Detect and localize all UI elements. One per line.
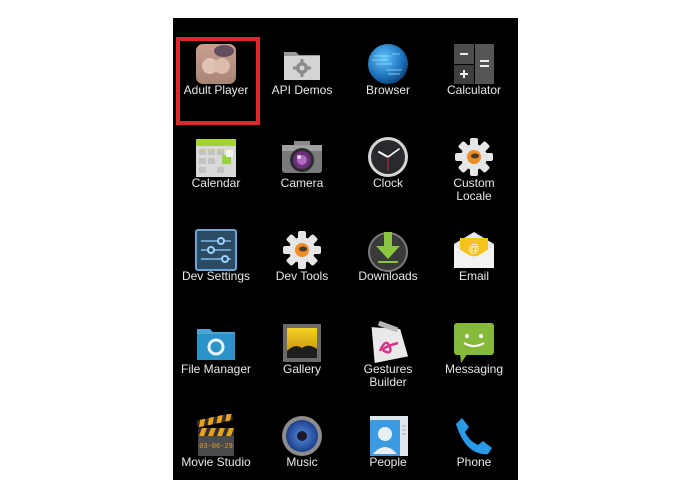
phone-handset-icon (452, 414, 496, 458)
app-gestures-builder[interactable]: Gestures Builder (345, 307, 431, 397)
app-browser[interactable]: Browser (345, 28, 431, 118)
adult-player-photo-icon (194, 42, 238, 86)
app-label: Downloads (358, 269, 418, 283)
download-icon (366, 228, 410, 272)
app-label: Dev Tools (275, 269, 329, 283)
app-calendar[interactable]: Calendar (173, 121, 259, 211)
calendar-icon (194, 135, 238, 179)
app-label: Browser (365, 83, 410, 97)
svg-text:@: @ (468, 243, 479, 255)
folder-icon (194, 321, 238, 365)
chat-bubble-icon (452, 321, 496, 365)
app-label: File Manager (180, 362, 252, 376)
android-app-drawer: Adult Player API Demos Browser Calculato… (173, 18, 518, 480)
clock-icon (366, 135, 410, 179)
clapper-text: 03-06-29 (199, 443, 233, 451)
app-file-manager[interactable]: File Manager (173, 307, 259, 397)
app-label: Messaging (444, 362, 504, 376)
gesture-icon (366, 321, 410, 365)
app-label-line1: Gestures (363, 362, 413, 376)
globe-icon (366, 42, 410, 86)
app-clock[interactable]: Clock (345, 121, 431, 211)
app-phone[interactable]: Phone (431, 400, 517, 490)
app-label: Movie Studio (181, 455, 251, 469)
app-people[interactable]: People (345, 400, 431, 490)
app-api-demos[interactable]: API Demos (259, 28, 345, 118)
app-label-line2: Locale (456, 189, 492, 203)
app-label: Custom Locale (431, 177, 517, 203)
app-label: API Demos (271, 83, 333, 97)
app-label-line1: Custom (453, 176, 495, 190)
app-label: Gallery (282, 362, 321, 376)
app-calculator[interactable]: Calculator (431, 28, 517, 118)
app-gallery[interactable]: Gallery (259, 307, 345, 397)
app-label-line2: Builder (369, 375, 407, 389)
app-label: Phone (456, 455, 492, 469)
app-label: Clock (372, 176, 403, 190)
camera-icon (280, 135, 324, 179)
gear-icon (452, 135, 496, 179)
app-custom-locale[interactable]: Custom Locale (431, 121, 517, 211)
app-downloads[interactable]: Downloads (345, 214, 431, 304)
app-label: Dev Settings (181, 269, 251, 283)
app-movie-studio[interactable]: 03-06-29 Movie Studio (173, 400, 259, 490)
app-label: Adult Player (183, 83, 249, 97)
app-grid: Adult Player API Demos Browser Calculato… (173, 18, 518, 480)
envelope-icon: @ (452, 228, 496, 272)
gear-icon (280, 228, 324, 272)
app-music[interactable]: Music (259, 400, 345, 490)
app-email[interactable]: @ Email (431, 214, 517, 304)
app-camera[interactable]: Camera (259, 121, 345, 211)
calculator-icon (452, 42, 496, 86)
app-dev-tools[interactable]: Dev Tools (259, 214, 345, 304)
app-label: Camera (280, 176, 324, 190)
app-label: Calendar (191, 176, 241, 190)
app-label: Music (286, 455, 318, 469)
picture-icon (280, 321, 324, 365)
app-label: People (369, 455, 407, 469)
app-label: Calculator (446, 83, 502, 97)
clapperboard-icon: 03-06-29 (194, 414, 238, 458)
app-label: Email (458, 269, 489, 283)
app-dev-settings[interactable]: Dev Settings (173, 214, 259, 304)
app-messaging[interactable]: Messaging (431, 307, 517, 397)
contact-card-icon (366, 414, 410, 458)
sliders-icon (194, 228, 238, 272)
speaker-icon (280, 414, 324, 458)
app-adult-player[interactable]: Adult Player (173, 28, 260, 125)
app-label: Gestures Builder (345, 363, 431, 389)
folder-gear-icon (280, 42, 324, 86)
